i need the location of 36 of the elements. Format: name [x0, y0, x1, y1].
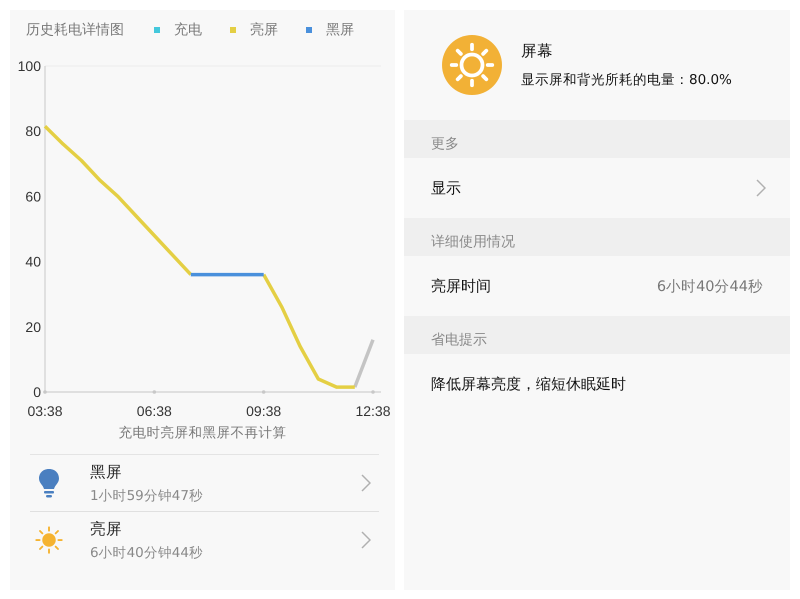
usage-duration: 1小时59分钟47秒	[90, 486, 204, 504]
x-tick-label: 09:38	[246, 403, 282, 419]
legend-label: 充电	[174, 21, 202, 39]
chevron-icon[interactable]	[756, 179, 766, 197]
legend-label: 亮屏	[250, 21, 278, 39]
usage-title: 黑屏	[90, 462, 123, 482]
chart-title: 历史耗电详情图	[26, 21, 124, 39]
y-tick-label: 40	[25, 254, 41, 270]
sun-icon	[34, 525, 64, 555]
usage-duration: 6小时40分钟44秒	[90, 544, 204, 562]
screen-brightness-icon	[442, 35, 502, 95]
row-label: 亮屏时间	[431, 276, 491, 296]
light-bulb-icon	[38, 468, 60, 498]
x-tick-label: 12:38	[355, 403, 391, 419]
legend-label: 黑屏	[326, 21, 354, 39]
y-tick-label: 60	[25, 188, 41, 204]
chart-note: 充电时亮屏和黑屏不再计算	[118, 424, 288, 443]
y-tick-label: 80	[25, 123, 41, 140]
row-label: 显示	[431, 178, 461, 198]
section-header: 详细使用情况	[404, 218, 790, 256]
detail-title: 屏幕	[521, 41, 554, 62]
detail-description: 显示屏和背光所耗的电量：80.0%	[521, 71, 732, 89]
chevron-icon[interactable]	[361, 531, 371, 549]
y-tick-label: 0	[33, 384, 41, 400]
section-header: 更多	[404, 120, 790, 158]
usage-title: 亮屏	[90, 518, 123, 540]
usage-row[interactable]: 亮屏 6小时40分钟44秒	[30, 512, 379, 568]
x-tick-label: 03:38	[27, 403, 63, 419]
y-tick-label: 100	[18, 58, 41, 74]
y-tick-label: 20	[25, 318, 41, 335]
x-tick-label: 06:38	[136, 403, 172, 419]
usage-row[interactable]: 黑屏 1小时59分钟47秒	[30, 455, 379, 512]
tip-text: 降低屏幕亮度，缩短休眠延时	[431, 374, 626, 394]
chevron-icon[interactable]	[361, 474, 371, 492]
row-value: 6小时40分44秒	[656, 278, 763, 296]
section-header: 省电提示	[404, 316, 790, 354]
